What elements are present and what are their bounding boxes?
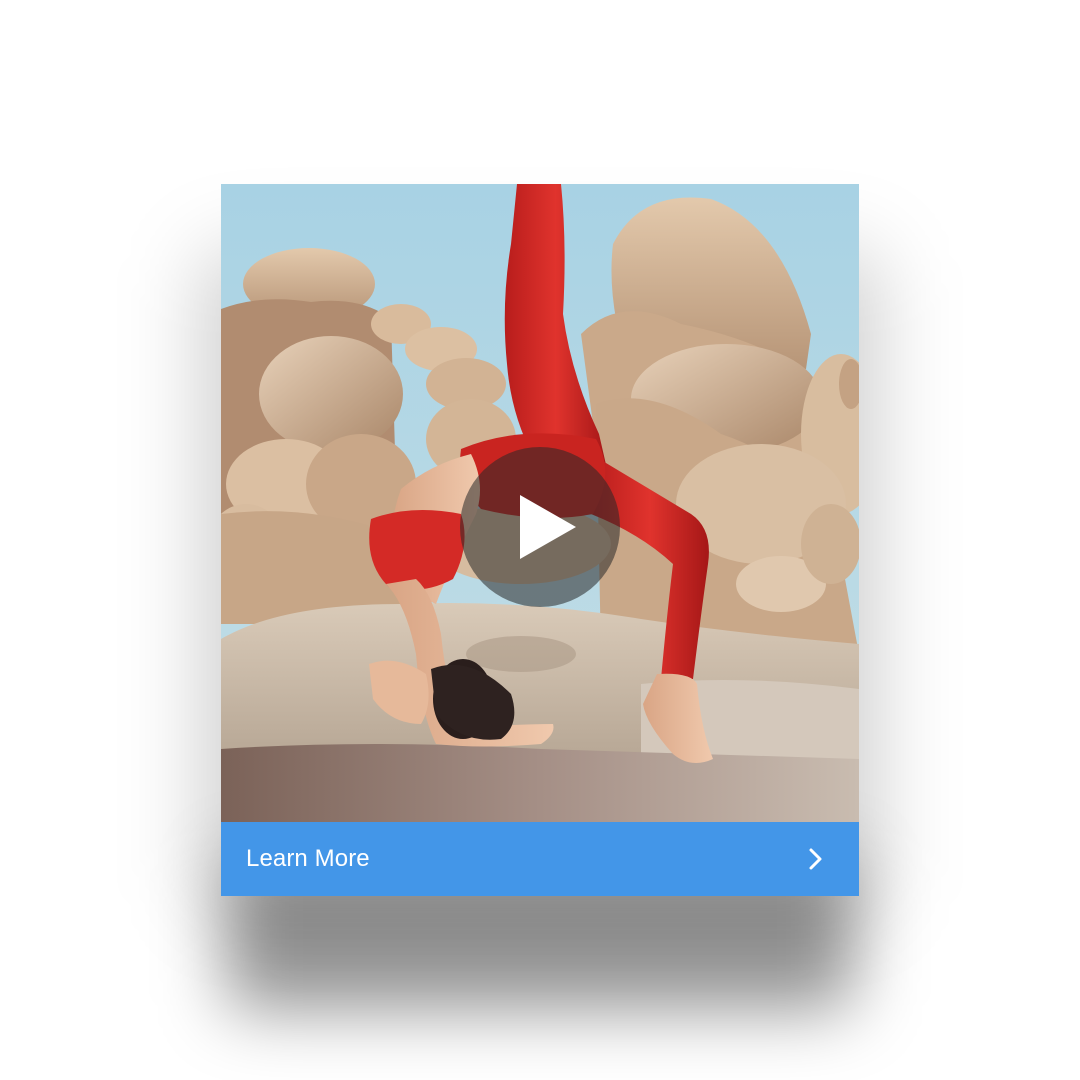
play-icon	[520, 495, 576, 559]
chevron-right-icon	[809, 848, 822, 870]
learn-more-label: Learn More	[246, 845, 370, 872]
video-thumbnail[interactable]	[221, 184, 859, 822]
learn-more-button[interactable]: Learn More	[221, 822, 859, 896]
page-canvas: Learn More	[0, 0, 1080, 1080]
play-button[interactable]	[460, 447, 620, 607]
video-ad-card[interactable]: Learn More	[221, 184, 859, 896]
